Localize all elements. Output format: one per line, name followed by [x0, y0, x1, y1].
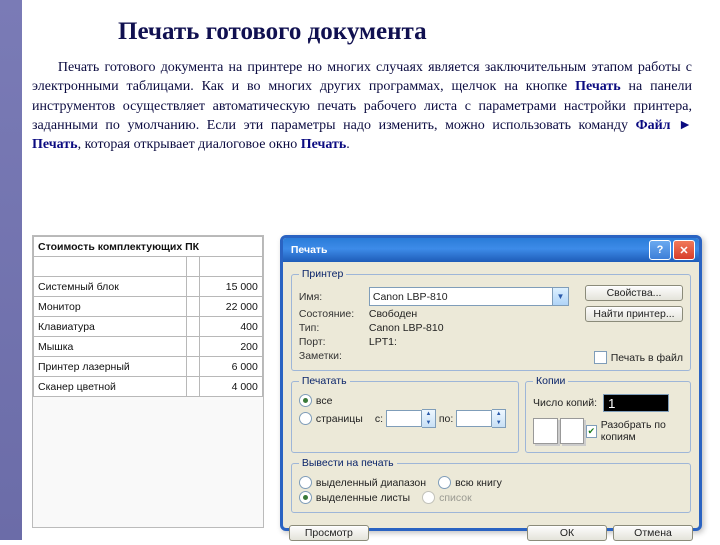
copies-input[interactable]: [603, 394, 669, 412]
print-to-file-checkbox[interactable]: Печать в файл: [594, 351, 683, 364]
help-button[interactable]: ?: [649, 240, 671, 260]
table-row: Клавиатура400: [34, 317, 263, 337]
page-to-spin[interactable]: ▲▼: [456, 409, 506, 428]
table-row: Принтер лазерный6 000: [34, 357, 263, 377]
collate-checkbox[interactable]: ✔Разобрать по копиям: [586, 419, 683, 443]
table-row: Монитор22 000: [34, 297, 263, 317]
page-title: Печать готового документа: [118, 18, 696, 46]
out-sel-sheets-radio[interactable]: выделенные листы: [299, 491, 410, 504]
find-printer-button[interactable]: Найти принтер...: [585, 306, 683, 322]
out-whole-book-radio[interactable]: всю книгу: [438, 476, 502, 489]
collate-icon: [560, 418, 585, 444]
output-group: Вывести на печать выделенный диапазон вс…: [291, 457, 691, 513]
preview-button[interactable]: Просмотр: [289, 525, 369, 541]
body-paragraph: Печать готового документа на принтере но…: [32, 58, 692, 155]
table-row: Сканер цветной4 000: [34, 377, 263, 397]
print-dialog: Печать ? ✕ Принтер Имя: Canon LBP-810▼ С…: [280, 235, 702, 531]
range-pages-radio[interactable]: страницы: [299, 412, 363, 425]
sheet-header: Стоимость комплектующих ПК: [34, 237, 263, 257]
out-list-radio: список: [422, 491, 472, 504]
page-from-spin[interactable]: ▲▼: [386, 409, 436, 428]
titlebar[interactable]: Печать ? ✕: [283, 238, 699, 262]
close-button[interactable]: ✕: [673, 240, 695, 260]
range-all-radio[interactable]: все: [299, 394, 333, 407]
out-sel-range-radio[interactable]: выделенный диапазон: [299, 476, 426, 489]
chevron-down-icon: ▼: [552, 288, 568, 305]
copies-group: Копии Число копий: ✔Разобрать по копиям: [525, 375, 691, 453]
spreadsheet-sample: Стоимость комплектующих ПК Системный бло…: [32, 235, 264, 528]
print-range-group: Печатать все страницы с: ▲▼ по: ▲▼: [291, 375, 519, 453]
printer-select[interactable]: Canon LBP-810▼: [369, 287, 569, 306]
table-row: Мышка200: [34, 337, 263, 357]
table-row: Системный блок15 000: [34, 277, 263, 297]
decorative-sidebar: [0, 0, 22, 540]
properties-button[interactable]: Свойства...: [585, 285, 683, 301]
ok-button[interactable]: ОК: [527, 525, 607, 541]
printer-group: Принтер Имя: Canon LBP-810▼ Состояние:Св…: [291, 268, 691, 371]
collate-icon: [533, 418, 558, 444]
cancel-button[interactable]: Отмена: [613, 525, 693, 541]
dialog-title: Печать: [287, 244, 647, 256]
